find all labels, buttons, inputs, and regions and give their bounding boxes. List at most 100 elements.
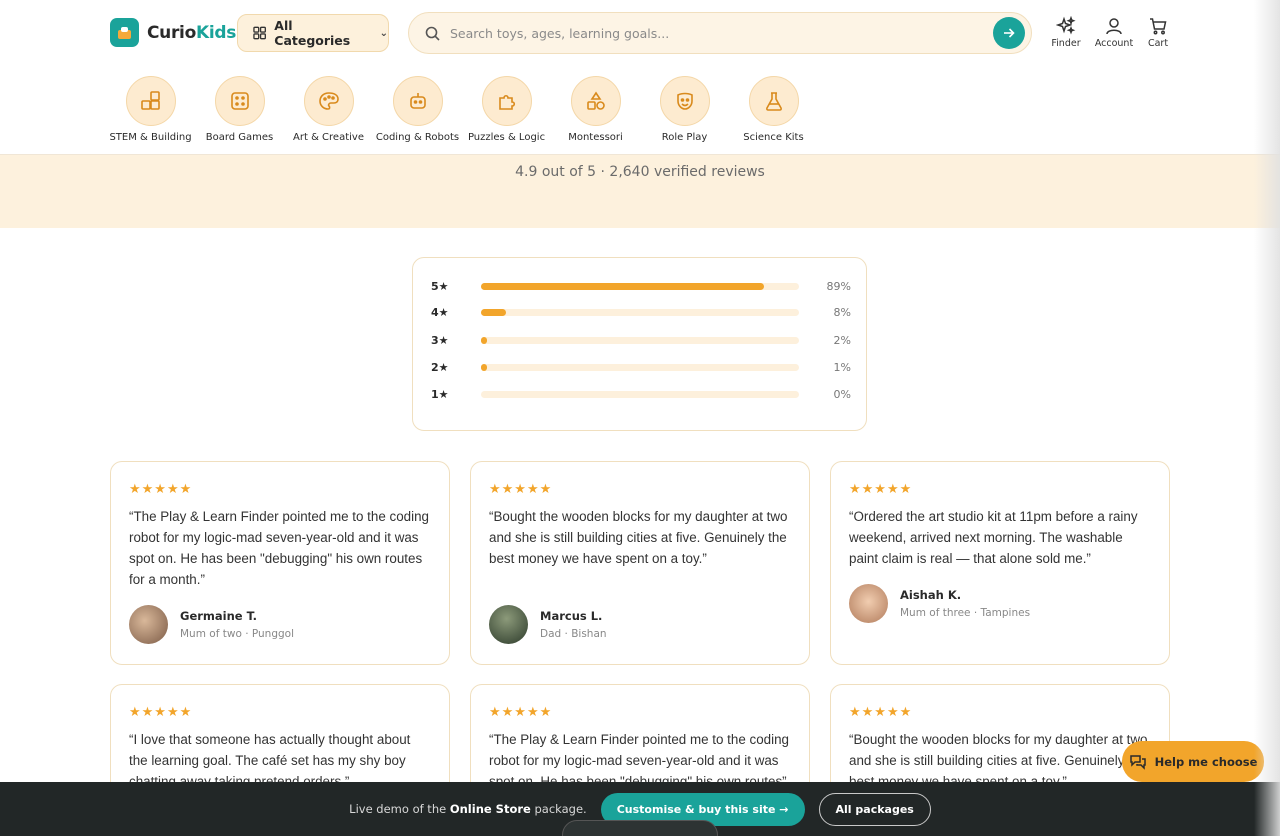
bottom-tab-bar bbox=[562, 820, 718, 836]
category-label: Coding & Robots bbox=[375, 132, 460, 143]
scroll-edge-shadow bbox=[1254, 0, 1280, 836]
search-input[interactable] bbox=[450, 25, 993, 41]
category-stem-building[interactable]: STEM & Building bbox=[106, 76, 195, 143]
search-submit-button[interactable] bbox=[993, 17, 1025, 49]
rating-percent: 89% bbox=[826, 279, 851, 293]
category-label: Montessori bbox=[568, 132, 623, 143]
grid-icon bbox=[253, 26, 266, 40]
search-icon bbox=[425, 26, 440, 41]
rating-row-5: 5★ 89% bbox=[431, 279, 851, 293]
review-stars: ★★★★★ bbox=[849, 482, 913, 497]
reviewer-name: Aishah K. bbox=[900, 588, 962, 602]
finder-button[interactable]: Finder bbox=[1046, 16, 1086, 49]
rating-bar-track bbox=[481, 282, 799, 290]
all-packages-button[interactable]: All packages bbox=[818, 792, 931, 826]
cart-icon bbox=[1150, 18, 1167, 35]
rating-bar-fill bbox=[481, 363, 488, 371]
rating-row-3: 3★ 2% bbox=[431, 333, 851, 347]
rating-percent: 0% bbox=[833, 387, 851, 401]
review-stars: ★★★★★ bbox=[849, 705, 913, 720]
dice-icon bbox=[214, 76, 265, 126]
category-label: Board Games bbox=[205, 132, 274, 143]
category-science-kits[interactable]: Science Kits bbox=[729, 76, 818, 143]
review-stars: ★★★★★ bbox=[129, 482, 193, 497]
review-card: ★★★★★ “Bought the wooden blocks for my d… bbox=[470, 461, 810, 665]
site-header: CurioKids All Categories ⌄ Finder Accoun… bbox=[0, 0, 1280, 155]
reviewer-meta: Mum of three · Tampines bbox=[900, 607, 1031, 619]
rating-stars-label: 3★ bbox=[431, 333, 449, 347]
category-label: Science Kits bbox=[743, 132, 804, 143]
category-montessori[interactable]: Montessori bbox=[551, 76, 640, 143]
review-quote: “Ordered the art studio kit at 11pm befo… bbox=[849, 509, 1138, 566]
all-categories-button[interactable]: All Categories ⌄ bbox=[237, 14, 389, 52]
flask-icon bbox=[748, 76, 799, 126]
chevron-down-icon: ⌄ bbox=[379, 27, 388, 39]
search-bar bbox=[408, 12, 1032, 54]
logo-text: CurioKids bbox=[147, 22, 237, 43]
all-categories-label: All Categories bbox=[274, 18, 351, 48]
demo-text-prefix: Live demo of the bbox=[349, 802, 447, 816]
rating-bar-fill bbox=[481, 336, 488, 344]
rating-stars-label: 5★ bbox=[431, 279, 449, 293]
rating-summary-text: 4.9 out of 5 · 2,640 verified reviews bbox=[515, 164, 765, 180]
demo-package-name: Online Store bbox=[449, 802, 531, 816]
robot-icon bbox=[392, 76, 443, 126]
review-author: Marcus L. Dad · Bishan bbox=[489, 605, 607, 644]
rating-percent: 1% bbox=[833, 360, 851, 374]
category-label: STEM & Building bbox=[109, 132, 192, 143]
account-button[interactable]: Account bbox=[1094, 16, 1134, 49]
demo-text-suffix: package. bbox=[534, 802, 587, 816]
reviewer-name: Germaine T. bbox=[180, 609, 258, 623]
blocks-icon bbox=[125, 76, 176, 126]
logo[interactable]: CurioKids bbox=[110, 18, 236, 47]
category-label: Role Play bbox=[661, 132, 708, 143]
palette-icon bbox=[303, 76, 354, 126]
rating-bar-track bbox=[481, 336, 799, 344]
review-quote: “Bought the wooden blocks for my daughte… bbox=[489, 509, 788, 566]
help-me-choose-button[interactable]: Help me choose bbox=[1122, 741, 1264, 782]
rating-bar-fill bbox=[481, 282, 765, 290]
reviewer-name: Marcus L. bbox=[540, 609, 603, 623]
review-quote: “The Play & Learn Finder pointed me to t… bbox=[129, 509, 429, 587]
avatar bbox=[849, 584, 888, 623]
review-stars: ★★★★★ bbox=[129, 705, 193, 720]
reviewer-meta: Mum of two · Punggol bbox=[180, 628, 295, 640]
category-board-games[interactable]: Board Games bbox=[195, 76, 284, 143]
rating-row-4: 4★ 8% bbox=[431, 305, 851, 319]
rating-bar-track bbox=[481, 308, 799, 316]
finder-label: Finder bbox=[1051, 38, 1081, 49]
rating-stars-label: 1★ bbox=[431, 387, 449, 401]
category-strip: STEM & Building Board Games Art & Creati… bbox=[106, 76, 818, 143]
rating-row-1: 1★ 0% bbox=[431, 387, 851, 401]
category-label: Art & Creative bbox=[293, 132, 364, 143]
category-label: Puzzles & Logic bbox=[467, 132, 546, 143]
cart-label: Cart bbox=[1147, 38, 1169, 49]
arrow-right-icon bbox=[1004, 28, 1015, 38]
finder-icon bbox=[1056, 16, 1076, 35]
rating-row-2: 2★ 1% bbox=[431, 360, 851, 374]
review-card: ★★★★★ “The Play & Learn Finder pointed m… bbox=[110, 461, 450, 665]
rating-bar-fill bbox=[481, 308, 507, 316]
review-author: Germaine T. Mum of two · Punggol bbox=[129, 605, 294, 644]
rating-breakdown: 5★ 89% 4★ 8% 3★ 2% 2★ 1% 1★ 0% bbox=[412, 257, 867, 431]
account-icon bbox=[1106, 18, 1122, 35]
reviewer-meta: Dad · Bishan bbox=[540, 628, 607, 640]
shapes-icon bbox=[570, 76, 621, 126]
avatar bbox=[489, 605, 528, 644]
logo-icon bbox=[110, 18, 139, 47]
cart-button[interactable]: Cart bbox=[1138, 16, 1178, 49]
rating-percent: 2% bbox=[833, 333, 851, 347]
rating-stars-label: 2★ bbox=[431, 360, 449, 374]
chat-icon bbox=[1129, 754, 1146, 770]
category-art-creative[interactable]: Art & Creative bbox=[284, 76, 373, 143]
review-stars: ★★★★★ bbox=[489, 705, 553, 720]
rating-percent: 8% bbox=[833, 305, 851, 319]
mask-icon bbox=[659, 76, 710, 126]
category-coding-robots[interactable]: Coding & Robots bbox=[373, 76, 462, 143]
category-puzzles-logic[interactable]: Puzzles & Logic bbox=[462, 76, 551, 143]
review-stars: ★★★★★ bbox=[489, 482, 553, 497]
demo-text: Live demo of the Online Store package. bbox=[349, 802, 587, 816]
account-label: Account bbox=[1094, 38, 1134, 49]
rating-bar-track bbox=[481, 390, 799, 398]
category-role-play[interactable]: Role Play bbox=[640, 76, 729, 143]
